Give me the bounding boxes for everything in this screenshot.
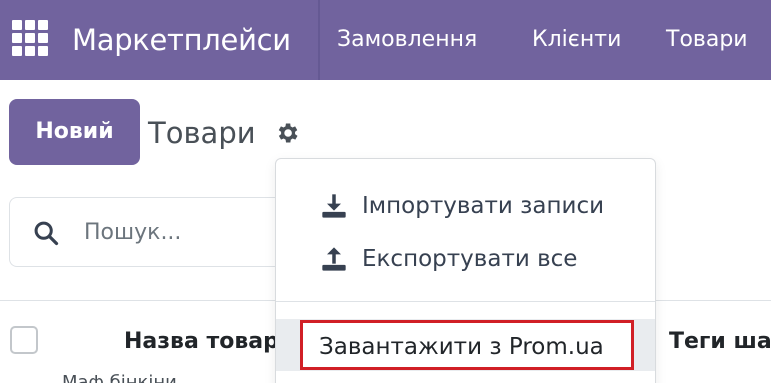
nav-item-customers[interactable]: Клієнти xyxy=(532,22,621,58)
menu-item-prom-import[interactable]: Завантажити з Prom.ua xyxy=(300,320,634,370)
menu-item-prom-import-label: Завантажити з Prom.ua xyxy=(319,334,604,360)
apps-menu-icon[interactable] xyxy=(12,20,48,56)
column-header-tags[interactable]: Теги ша xyxy=(669,326,771,358)
nav-item-products[interactable]: Товари xyxy=(666,22,748,58)
column-header-name[interactable]: Назва товар xyxy=(124,326,279,358)
upload-icon xyxy=(322,247,346,271)
new-button[interactable]: Новий xyxy=(9,99,140,165)
menu-item-import-label: Імпортувати записи xyxy=(362,193,605,219)
gear-icon[interactable] xyxy=(274,120,300,146)
page-title: Товари xyxy=(148,116,256,150)
app-brand[interactable]: Маркетплейси xyxy=(72,20,291,60)
search-icon xyxy=(34,221,59,246)
nav-item-orders[interactable]: Замовлення xyxy=(337,22,477,58)
menu-item-export[interactable]: Експортувати все xyxy=(276,236,655,282)
menu-item-import[interactable]: Імпортувати записи xyxy=(276,183,655,229)
actions-dropdown: Імпортувати записи Експортувати все Зава… xyxy=(275,158,656,383)
search-box[interactable]: Пошук... xyxy=(9,197,309,267)
menu-separator xyxy=(276,301,655,302)
top-navbar: Маркетплейси Замовлення Клієнти Товари xyxy=(0,0,771,80)
table-row[interactable]: Маф бінкіни xyxy=(62,372,262,383)
nav-divider xyxy=(318,0,320,80)
menu-item-export-label: Експортувати все xyxy=(362,246,578,272)
download-icon xyxy=(322,194,346,218)
select-all-checkbox[interactable] xyxy=(10,326,38,354)
search-input[interactable]: Пошук... xyxy=(84,218,181,248)
